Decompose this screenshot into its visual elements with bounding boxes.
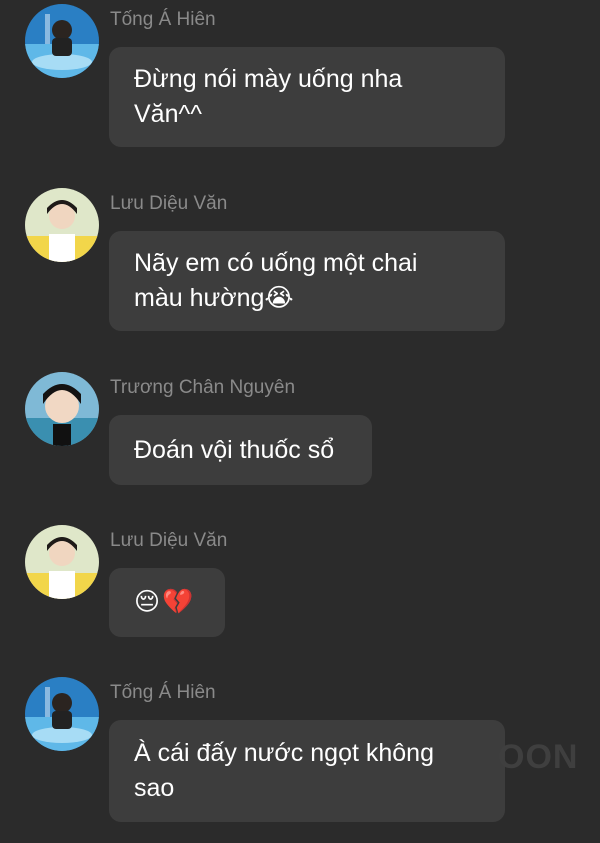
- message-text: Đừng nói mày uống nha Văn^^: [134, 65, 403, 128]
- message-bubble[interactable]: À cái đấy nước ngọt không sao: [109, 720, 505, 822]
- sender-name: Lưu Diệu Văn: [110, 530, 228, 551]
- chat-thread: Tống Á Hiên Đừng nói mày uống nha Văn^^ …: [0, 0, 600, 843]
- sender-name: Trương Chân Nguyên: [110, 377, 296, 398]
- message-bubble[interactable]: Nãy em có uống một chai màu hường😭: [109, 231, 505, 331]
- watermark: OON: [498, 738, 579, 776]
- avatar-tong-a-hien[interactable]: [25, 677, 99, 751]
- message-bubble[interactable]: Đoán vội thuốc sổ: [109, 415, 372, 485]
- sender-name: Lưu Diệu Văn: [110, 193, 228, 214]
- avatar-luu-dieu-van[interactable]: [25, 525, 99, 599]
- avatar-luu-dieu-van[interactable]: [25, 188, 99, 262]
- message-bubble[interactable]: Đừng nói mày uống nha Văn^^: [109, 47, 505, 147]
- broken-heart-emoji: 💔: [162, 588, 194, 616]
- avatar-truong-chan-nguyen[interactable]: [25, 372, 99, 446]
- emoji-row: 😔 💔: [134, 585, 193, 620]
- avatar-tong-a-hien[interactable]: [25, 4, 99, 78]
- message-text: Nãy em có uống một chai màu hường😭: [134, 249, 418, 312]
- message-text: À cái đấy nước ngọt không sao: [134, 739, 434, 802]
- message-bubble[interactable]: 😔 💔: [109, 568, 225, 637]
- sender-name: Tống Á Hiên: [110, 682, 216, 703]
- sender-name: Tống Á Hiên: [110, 9, 216, 30]
- pensive-face-emoji: 😔: [134, 588, 161, 616]
- message-text: Đoán vội thuốc sổ: [134, 435, 335, 464]
